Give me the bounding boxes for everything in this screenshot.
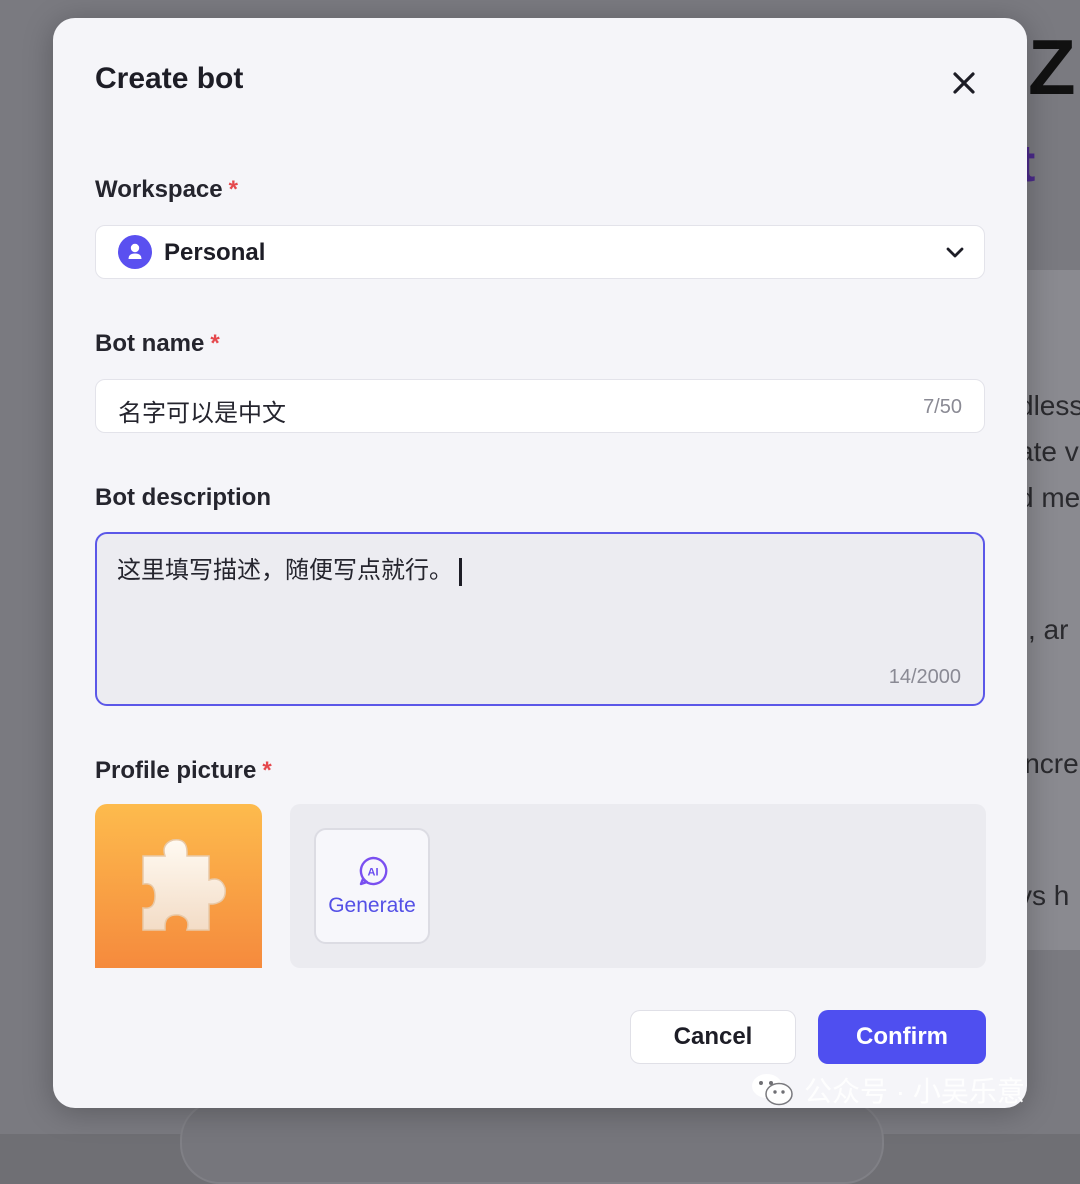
watermark: 公众号 · 小吴乐意 [750,1070,1025,1110]
profile-picture-options: AI Generate [290,804,986,968]
text-caret [459,557,462,586]
background-heading: Z [1028,23,1076,111]
bot-description-value: 这里填写描述，随便写点就行。 [117,550,462,586]
bot-name-input[interactable]: 名字可以是中文 7/50 [95,379,985,433]
generate-button[interactable]: AI Generate [314,828,430,944]
bot-description-textarea[interactable]: 这里填写描述，随便写点就行。 14/2000 [95,532,985,706]
bot-name-label-text: Bot name [95,330,205,357]
background-text: ate v [1018,436,1079,467]
profile-picture-preview[interactable] [95,804,262,968]
background-shape [180,1100,884,1184]
generate-label: Generate [328,894,416,917]
dialog-title: Create bot [95,62,244,95]
close-icon [953,72,975,94]
workspace-label-text: Workspace [95,176,223,203]
bot-description-counter: 14/2000 [888,666,961,688]
bot-description-text: 这里填写描述，随便写点就行。 [117,557,453,584]
required-mark: * [262,757,272,784]
wechat-icon [752,1074,793,1106]
cancel-button[interactable]: Cancel [630,1010,796,1064]
bot-description-label: Bot description [95,484,272,511]
puzzle-piece-icon [142,839,226,931]
watermark-text: 公众号 · 小吴乐意 [804,1076,1025,1107]
user-avatar-icon [118,235,152,269]
create-bot-dialog: Create bot Workspace * Personal Bot name *… [53,18,1027,1108]
bot-name-value: 名字可以是中文 [118,400,286,427]
close-button[interactable] [943,62,985,104]
ai-icon: AI [359,856,388,886]
bot-name-counter: 7/50 [923,396,962,418]
workspace-label: Workspace * [95,176,238,204]
confirm-button[interactable]: Confirm [818,1010,986,1064]
required-mark: * [228,176,238,203]
background-text: d me [1018,482,1080,513]
profile-picture-label-text: Profile picture [95,757,257,784]
workspace-select[interactable]: Personal [95,225,985,279]
chevron-down-icon [946,247,964,258]
workspace-value: Personal [164,239,266,266]
required-mark: * [210,330,220,357]
background-text: dless [1018,390,1080,421]
background-text: incre [1018,748,1079,779]
svg-text:AI: AI [368,867,379,879]
profile-picture-label: Profile picture * [95,757,272,785]
bot-name-label: Bot name * [95,330,220,358]
